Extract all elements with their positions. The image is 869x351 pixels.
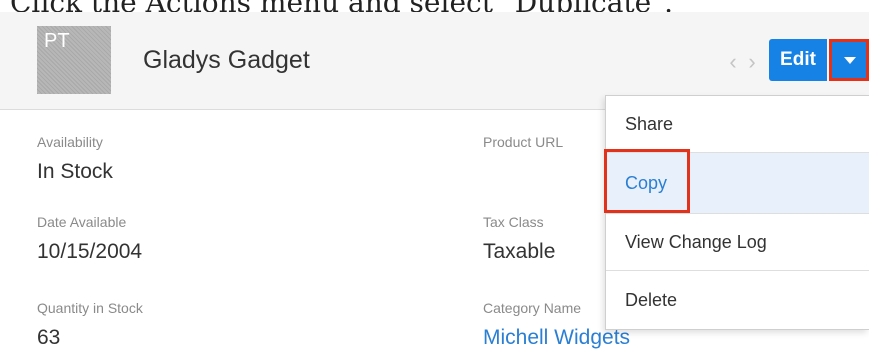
actions-menu: Share Copy View Change Log Delete <box>605 95 869 330</box>
chevron-left-icon: ‹ <box>729 49 737 74</box>
quantity-in-stock-value: 63 <box>37 326 61 349</box>
menu-item-copy[interactable]: Copy <box>606 153 869 213</box>
menu-item-delete[interactable]: Delete <box>606 271 869 329</box>
category-name-label: Category Name <box>483 300 582 316</box>
quantity-in-stock-label: Quantity in Stock <box>37 300 143 316</box>
availability-label: Availability <box>37 134 103 150</box>
chevron-right-icon: › <box>748 49 756 74</box>
next-record-button[interactable]: › <box>742 47 762 77</box>
edit-button[interactable]: Edit <box>769 39 827 81</box>
menu-item-view-change-log[interactable]: View Change Log <box>606 214 869 270</box>
product-url-label: Product URL <box>483 134 564 150</box>
avatar: PT <box>37 26 111 94</box>
date-available-value: 10/15/2004 <box>37 240 143 263</box>
actions-dropdown-button[interactable] <box>829 39 869 81</box>
tax-class-label: Tax Class <box>483 214 544 230</box>
previous-record-button[interactable]: ‹ <box>723 47 743 77</box>
tax-class-value: Taxable <box>483 240 556 263</box>
date-available-label: Date Available <box>37 214 127 230</box>
record-title: Gladys Gadget <box>143 46 310 74</box>
menu-item-share[interactable]: Share <box>606 96 869 152</box>
availability-value: In Stock <box>37 160 113 183</box>
caret-down-icon <box>844 57 856 64</box>
